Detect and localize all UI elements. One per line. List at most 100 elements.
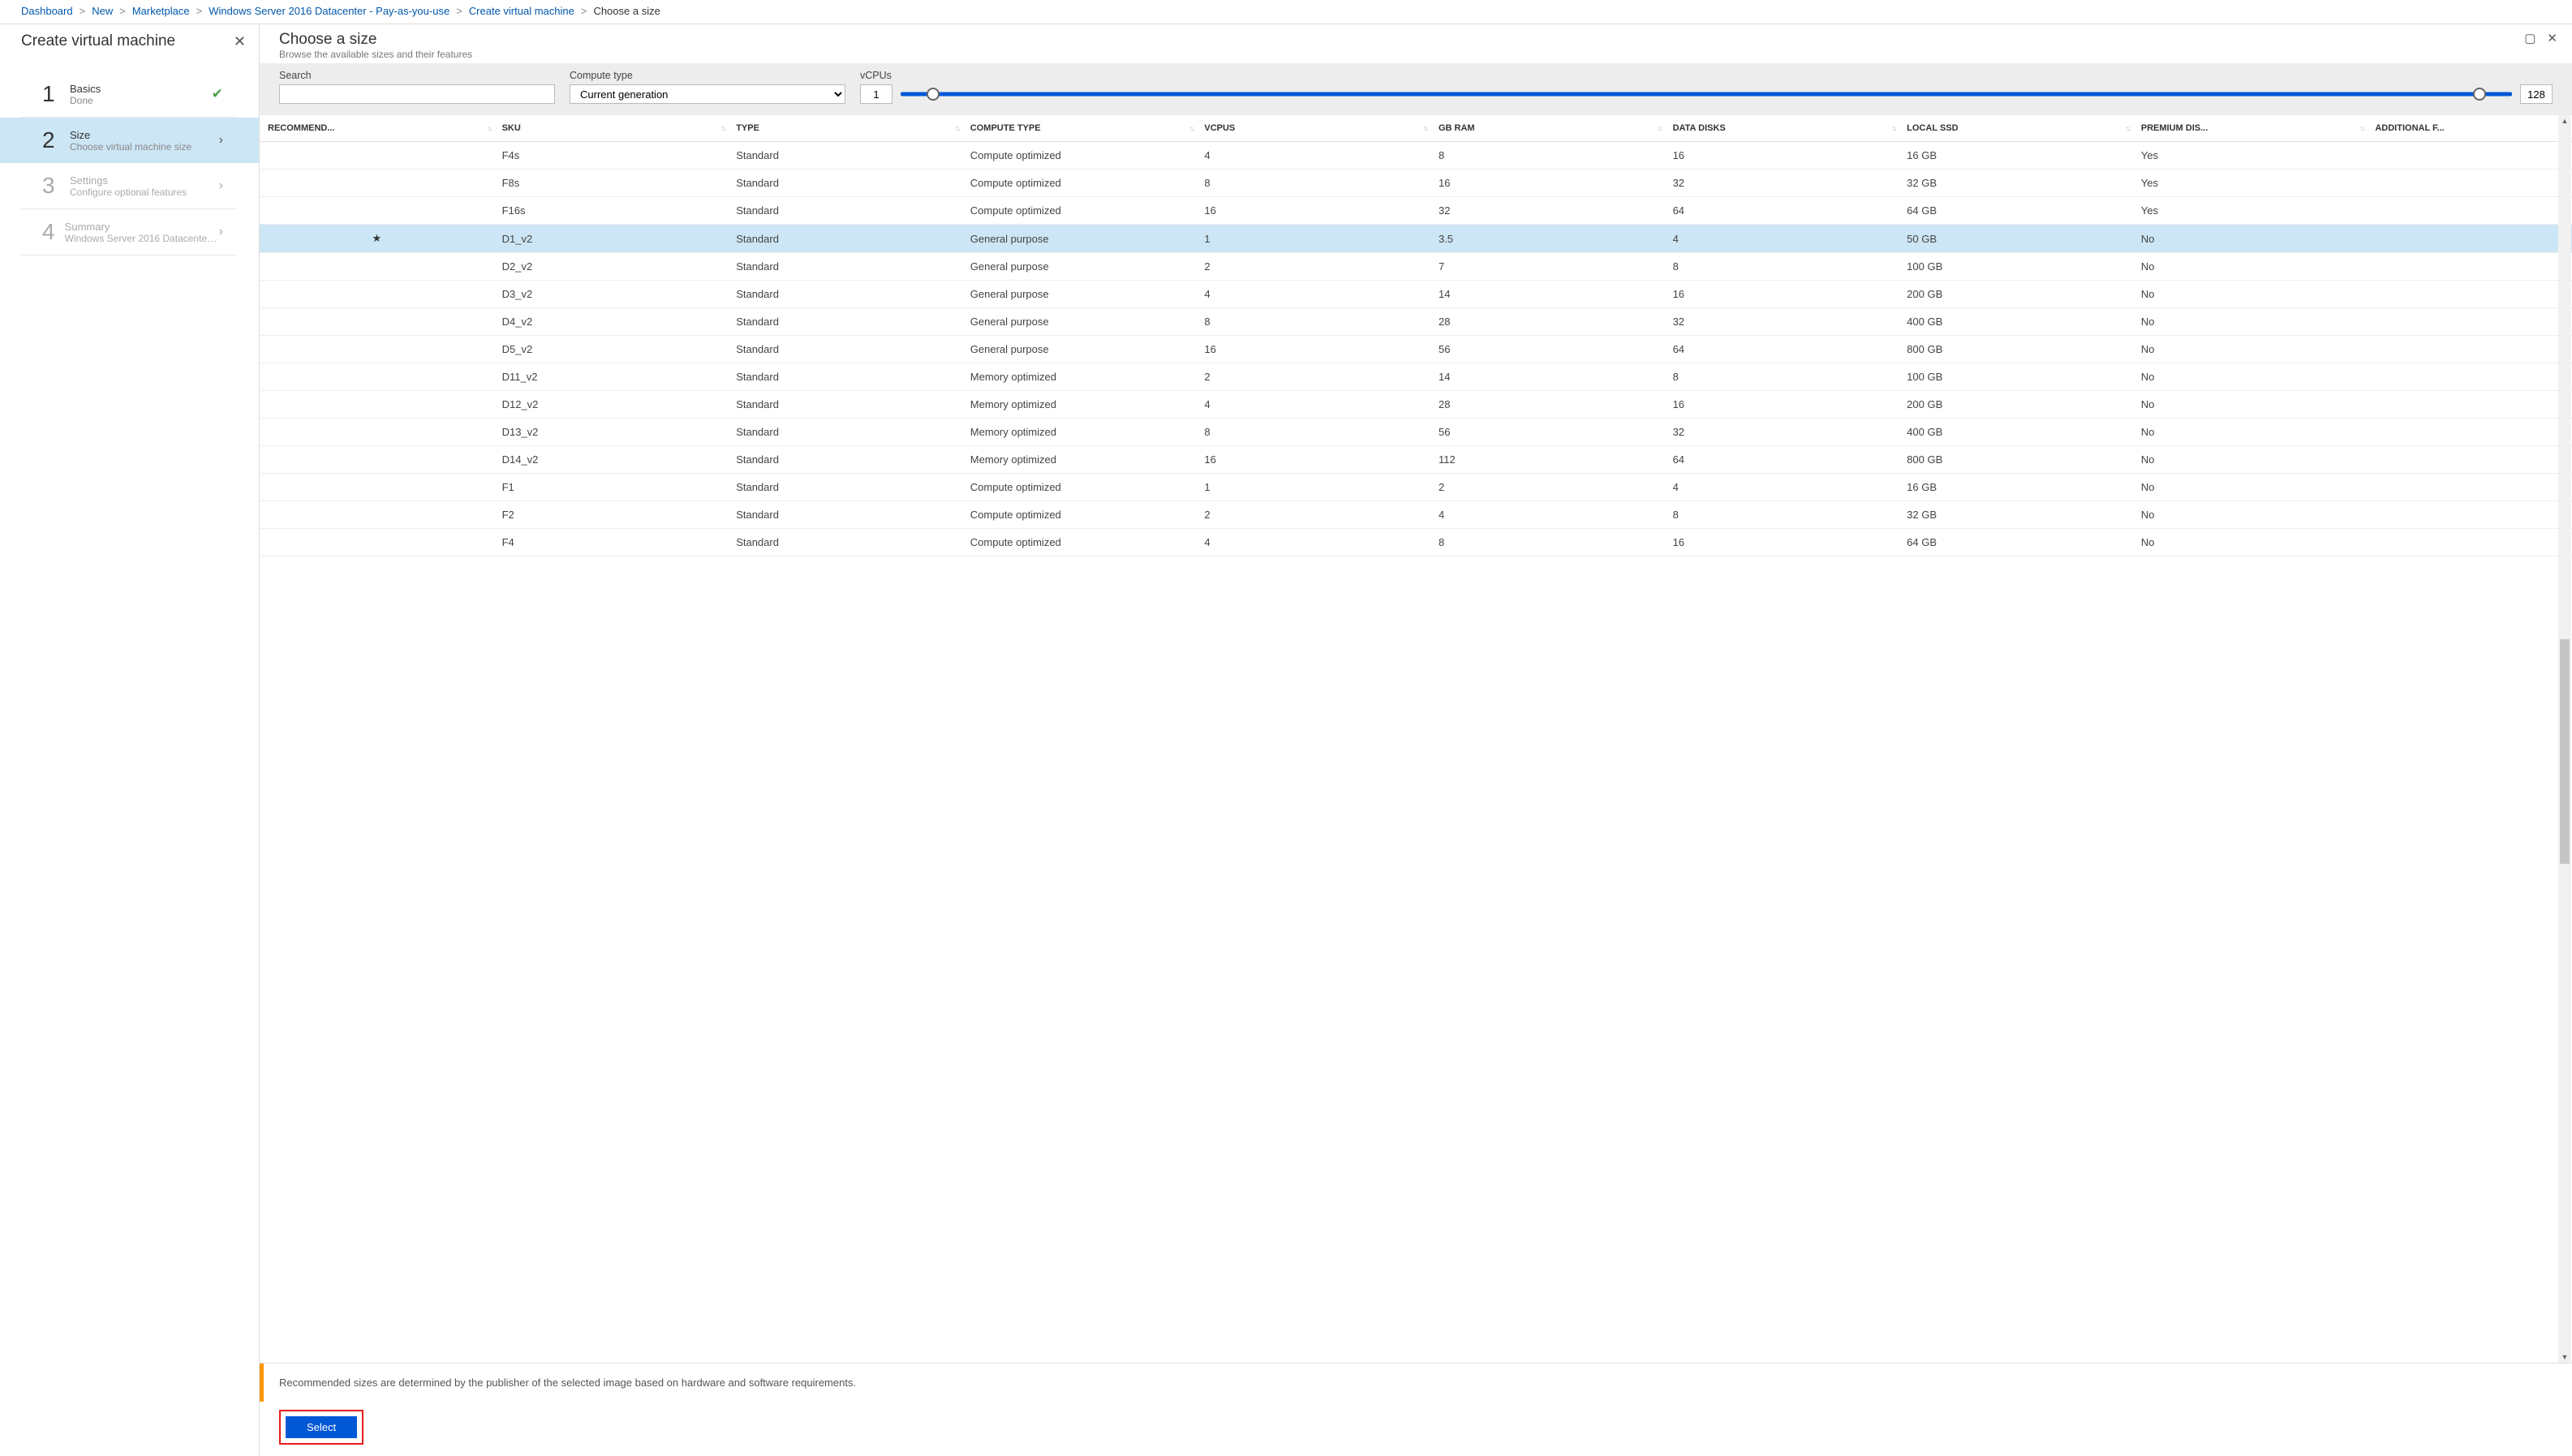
cell-sku: F1 xyxy=(494,474,729,501)
cell-sku: F4s xyxy=(494,142,729,170)
select-button[interactable]: Select xyxy=(286,1416,357,1438)
vcpu-min-input[interactable] xyxy=(860,84,892,104)
close-icon[interactable]: ✕ xyxy=(234,33,246,50)
column-header[interactable]: GB RAM↑↓ xyxy=(1430,115,1665,142)
vcpu-slider[interactable] xyxy=(901,84,2512,104)
cell-ram: 8 xyxy=(1430,142,1665,170)
search-input[interactable] xyxy=(279,84,555,104)
sort-icon[interactable]: ↑↓ xyxy=(2126,124,2130,132)
scroll-down-icon[interactable]: ▼ xyxy=(2558,1353,2571,1361)
sort-icon[interactable]: ↑↓ xyxy=(1658,124,1662,132)
cell-premium-disk: No xyxy=(2133,225,2368,253)
vcpus-label: vCPUs xyxy=(860,70,2553,81)
vcpu-max-input[interactable] xyxy=(2520,84,2553,104)
table-row[interactable]: D4_v2StandardGeneral purpose82832400 GBN… xyxy=(260,308,2572,336)
table-row[interactable]: F16sStandardCompute optimized16326464 GB… xyxy=(260,197,2572,225)
select-button-highlight: Select xyxy=(279,1410,363,1445)
cell-compute-type: Compute optimized xyxy=(962,529,1197,556)
scrollbar-thumb[interactable] xyxy=(2560,639,2570,864)
cell-premium-disk: No xyxy=(2133,308,2368,336)
sort-icon[interactable]: ↑↓ xyxy=(2359,124,2363,132)
info-message: Recommended sizes are determined by the … xyxy=(279,1377,856,1389)
cell-recommended xyxy=(260,170,494,197)
column-header[interactable]: COMPUTE TYPE↑↓ xyxy=(962,115,1197,142)
cell-recommended xyxy=(260,197,494,225)
cell-type: Standard xyxy=(728,446,962,474)
maximize-icon[interactable]: ▢ xyxy=(2524,31,2535,45)
cell-compute-type: General purpose xyxy=(962,336,1197,363)
breadcrumb-item[interactable]: Dashboard xyxy=(21,5,73,17)
cell-compute-type: Compute optimized xyxy=(962,474,1197,501)
step-subtitle: Configure optional features xyxy=(70,187,219,198)
table-row[interactable]: D11_v2StandardMemory optimized2148100 GB… xyxy=(260,363,2572,391)
table-row[interactable]: D2_v2StandardGeneral purpose278100 GBNo xyxy=(260,253,2572,281)
cell-recommended xyxy=(260,391,494,419)
sort-icon[interactable]: ↑↓ xyxy=(1423,124,1427,132)
column-header[interactable]: ADDITIONAL F...↑↓ xyxy=(2367,115,2572,142)
table-row[interactable]: F8sStandardCompute optimized8163232 GBYe… xyxy=(260,170,2572,197)
table-row[interactable]: D5_v2StandardGeneral purpose165664800 GB… xyxy=(260,336,2572,363)
wizard-step-size[interactable]: 2SizeChoose virtual machine size› xyxy=(0,118,259,163)
breadcrumb-item[interactable]: Windows Server 2016 Datacenter - Pay-as-… xyxy=(209,5,449,17)
column-header[interactable]: SKU↑↓ xyxy=(494,115,729,142)
vertical-scrollbar[interactable]: ▲ ▼ xyxy=(2558,115,2571,1363)
cell-ram: 4 xyxy=(1430,501,1665,529)
cell-additional xyxy=(2367,197,2572,225)
sort-icon[interactable]: ↑↓ xyxy=(1189,124,1193,132)
column-header[interactable]: DATA DISKS↑↓ xyxy=(1665,115,1899,142)
breadcrumb-separator-icon: > xyxy=(456,5,462,17)
column-header[interactable]: TYPE↑↓ xyxy=(728,115,962,142)
cell-additional xyxy=(2367,170,2572,197)
sort-icon[interactable]: ↑↓ xyxy=(1891,124,1895,132)
cell-ram: 2 xyxy=(1430,474,1665,501)
cell-compute-type: Compute optimized xyxy=(962,142,1197,170)
cell-vcpus: 1 xyxy=(1196,474,1430,501)
table-row[interactable]: D12_v2StandardMemory optimized42816200 G… xyxy=(260,391,2572,419)
wizard-step-basics[interactable]: 1BasicsDone✔ xyxy=(21,71,238,118)
compute-type-select[interactable]: Current generation xyxy=(570,84,845,104)
column-header[interactable]: PREMIUM DIS...↑↓ xyxy=(2133,115,2368,142)
step-title: Size xyxy=(70,129,219,141)
table-row[interactable]: D14_v2StandardMemory optimized1611264800… xyxy=(260,446,2572,474)
cell-recommended xyxy=(260,529,494,556)
chevron-right-icon: › xyxy=(219,178,223,193)
cell-recommended xyxy=(260,419,494,446)
table-row[interactable]: F4sStandardCompute optimized481616 GBYes xyxy=(260,142,2572,170)
cell-ram: 3.5 xyxy=(1430,225,1665,253)
cell-recommended xyxy=(260,474,494,501)
cell-data-disks: 16 xyxy=(1665,281,1899,308)
filter-bar: Search Compute type Current generation v… xyxy=(260,63,2572,115)
cell-local-ssd: 64 GB xyxy=(1899,197,2133,225)
cell-data-disks: 32 xyxy=(1665,170,1899,197)
close-icon[interactable]: ✕ xyxy=(2547,31,2557,45)
scroll-up-icon[interactable]: ▲ xyxy=(2558,117,2571,125)
sort-icon[interactable]: ↑↓ xyxy=(720,124,725,132)
breadcrumb-item[interactable]: New xyxy=(92,5,113,17)
sort-icon[interactable]: ↑↓ xyxy=(955,124,959,132)
table-row[interactable]: D13_v2StandardMemory optimized85632400 G… xyxy=(260,419,2572,446)
column-header[interactable]: VCPUS↑↓ xyxy=(1196,115,1430,142)
cell-ram: 28 xyxy=(1430,308,1665,336)
breadcrumb-item[interactable]: Create virtual machine xyxy=(469,5,574,17)
cell-vcpus: 1 xyxy=(1196,225,1430,253)
breadcrumb-item: Choose a size xyxy=(593,5,660,17)
page-title: Choose a size xyxy=(279,31,472,49)
column-label: RECOMMEND... xyxy=(268,123,335,133)
table-row[interactable]: F2StandardCompute optimized24832 GBNo xyxy=(260,501,2572,529)
cell-vcpus: 8 xyxy=(1196,308,1430,336)
sort-icon[interactable]: ↑↓ xyxy=(487,124,491,132)
column-header[interactable]: RECOMMEND... ↑↓ xyxy=(260,115,494,142)
cell-additional xyxy=(2367,142,2572,170)
table-row[interactable]: F1StandardCompute optimized12416 GBNo xyxy=(260,474,2572,501)
cell-ram: 8 xyxy=(1430,529,1665,556)
table-row[interactable]: D3_v2StandardGeneral purpose41416200 GBN… xyxy=(260,281,2572,308)
column-header[interactable]: LOCAL SSD↑↓ xyxy=(1899,115,2133,142)
right-blade: Choose a size Browse the available sizes… xyxy=(260,24,2572,1456)
table-row[interactable]: F4StandardCompute optimized481664 GBNo xyxy=(260,529,2572,556)
breadcrumb-item[interactable]: Marketplace xyxy=(132,5,190,17)
cell-recommended xyxy=(260,308,494,336)
step-subtitle: Choose virtual machine size xyxy=(70,141,219,152)
cell-vcpus: 2 xyxy=(1196,501,1430,529)
table-row[interactable]: ★D1_v2StandardGeneral purpose13.5450 GBN… xyxy=(260,225,2572,253)
chevron-right-icon: › xyxy=(219,133,223,148)
